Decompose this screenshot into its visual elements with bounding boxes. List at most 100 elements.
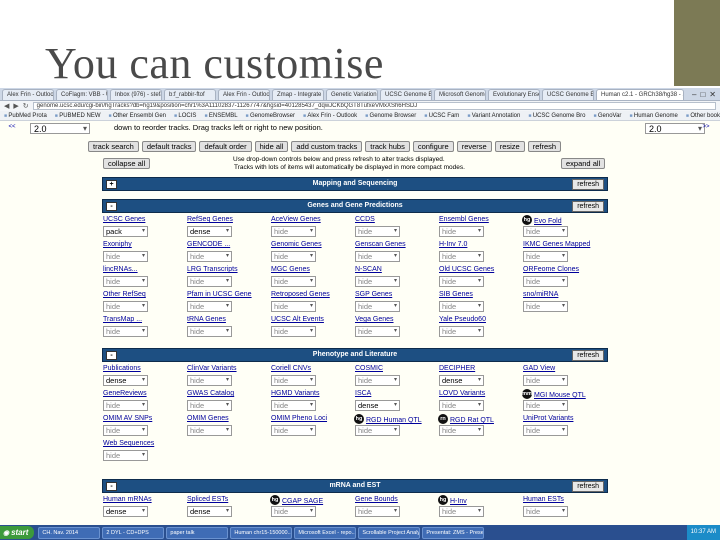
browser-tab[interactable]: Human c2.1 - GRCh38/hg38 - ... bbox=[596, 88, 684, 100]
track-link[interactable]: H-Inv bbox=[450, 498, 467, 505]
track-visibility-select[interactable]: hide bbox=[439, 226, 484, 237]
track-link[interactable]: Web Sequences bbox=[103, 440, 154, 447]
section-refresh-button[interactable]: refresh bbox=[572, 201, 604, 212]
track-visibility-select[interactable]: hide bbox=[103, 425, 148, 436]
address-bar[interactable]: genome.ucsc.edu/cgi-bin/hgTracks?db=hg19… bbox=[32, 102, 716, 110]
track-visibility-select[interactable]: hide bbox=[187, 425, 232, 436]
track-link[interactable]: lincRNAs... bbox=[103, 266, 138, 273]
track-link[interactable]: MGI Mouse QTL bbox=[534, 392, 586, 399]
track-link[interactable]: MGC Genes bbox=[271, 266, 310, 273]
track-link[interactable]: Pfam in UCSC Gene bbox=[187, 291, 252, 298]
track-link[interactable]: GeneReviews bbox=[103, 390, 147, 397]
track-link[interactable]: Gene Bounds bbox=[355, 496, 398, 503]
track-link[interactable]: LOVD Variants bbox=[439, 390, 485, 397]
track-link[interactable]: IKMC Genes Mapped bbox=[523, 241, 590, 248]
track-visibility-select[interactable]: dense bbox=[355, 400, 400, 411]
track-visibility-select[interactable]: hide bbox=[355, 506, 400, 517]
track-link[interactable]: UniProt Variants bbox=[523, 415, 573, 422]
track-visibility-select[interactable]: hide bbox=[103, 400, 148, 411]
taskbar-item[interactable]: CH. Nav. 2014 bbox=[38, 526, 101, 539]
taskbar-item[interactable]: Presentat: ZMS - Presen... bbox=[422, 526, 485, 539]
browser-tab[interactable]: UCSC Genome Browser bbox=[380, 88, 432, 100]
minimize-icon[interactable]: – bbox=[692, 90, 696, 99]
browser-tab[interactable]: CoFlagm: VBB - Ubuntum Sm bbox=[56, 88, 108, 100]
track-link[interactable]: tRNA Genes bbox=[187, 316, 226, 323]
track-visibility-select[interactable]: hide bbox=[103, 251, 148, 262]
hide-all-button[interactable]: hide all bbox=[254, 141, 289, 152]
track-link[interactable]: OMIM Genes bbox=[187, 415, 229, 422]
track-link[interactable]: RefSeq Genes bbox=[187, 216, 233, 223]
track-link[interactable]: RGD Human QTL bbox=[366, 417, 422, 424]
track-visibility-select[interactable]: hide bbox=[355, 326, 400, 337]
scroll-right-arrow[interactable]: >> bbox=[700, 123, 712, 131]
taskbar-item[interactable]: 2 DYL - CD+DPS bbox=[102, 526, 165, 539]
track-visibility-select[interactable]: hide bbox=[355, 276, 400, 287]
bookmark-item[interactable]: Human Genome bbox=[629, 113, 678, 119]
track-link[interactable]: Ensembl Genes bbox=[439, 216, 489, 223]
browser-tab[interactable]: Evolutionary Ensembl - bbox=[488, 88, 540, 100]
zoom-right-select[interactable]: 2.0 bbox=[645, 123, 705, 134]
track-visibility-select[interactable]: hide bbox=[439, 425, 484, 436]
bookmark-item[interactable]: PubMed Prota bbox=[4, 113, 46, 119]
track-link[interactable]: GWAS Catalog bbox=[187, 390, 234, 397]
taskbar-item[interactable]: Human chr15-150000... bbox=[230, 526, 293, 539]
track-link[interactable]: CCDS bbox=[355, 216, 375, 223]
track-link[interactable]: Exoniphy bbox=[103, 241, 132, 248]
zoom-left-select[interactable]: 2.0 bbox=[30, 123, 90, 134]
collapse-all-button[interactable]: collapse all bbox=[103, 158, 151, 169]
forward-icon[interactable]: ▶ bbox=[13, 102, 18, 110]
track-visibility-select[interactable]: hide bbox=[355, 226, 400, 237]
track-visibility-select[interactable]: hide bbox=[103, 276, 148, 287]
bookmark-item[interactable]: PUBMED NEW bbox=[55, 113, 100, 119]
track-visibility-select[interactable]: hide bbox=[523, 276, 568, 287]
track-visibility-select[interactable]: hide bbox=[355, 425, 400, 436]
track-link[interactable]: OMIM AV SNPs bbox=[103, 415, 152, 422]
track-visibility-select[interactable]: hide bbox=[271, 276, 316, 287]
track-visibility-select[interactable]: hide bbox=[523, 375, 568, 386]
close-icon[interactable]: ✕ bbox=[709, 90, 716, 99]
back-icon[interactable]: ◀ bbox=[4, 102, 9, 110]
resize-button[interactable]: resize bbox=[494, 141, 525, 152]
expand-all-button[interactable]: expand all bbox=[561, 158, 606, 169]
track-visibility-select[interactable]: dense bbox=[103, 506, 148, 517]
track-visibility-select[interactable]: hide bbox=[523, 425, 568, 436]
track-link[interactable]: GAD View bbox=[523, 365, 555, 372]
track-visibility-select[interactable]: hide bbox=[187, 326, 232, 337]
track-visibility-select[interactable]: hide bbox=[271, 425, 316, 436]
other-bookmarks[interactable]: Other bookmarks bbox=[686, 113, 720, 119]
default-tracks-button[interactable]: default tracks bbox=[141, 141, 197, 152]
track-visibility-select[interactable]: hide bbox=[187, 251, 232, 262]
track-visibility-select[interactable]: pack bbox=[103, 226, 148, 237]
browser-tab[interactable]: Alex Frin - Outlook Web App bbox=[2, 88, 54, 100]
browser-tab[interactable]: UCSC Genome Bro... bbox=[542, 88, 594, 100]
track-link[interactable]: SGP Genes bbox=[355, 291, 392, 298]
track-visibility-select[interactable]: dense bbox=[187, 226, 232, 237]
add-custom-tracks-button[interactable]: add custom tracks bbox=[291, 141, 363, 152]
taskbar-item[interactable]: Microsoft Excel - repo... bbox=[294, 526, 357, 539]
track-visibility-select[interactable]: hide bbox=[103, 450, 148, 461]
track-visibility-select[interactable]: hide bbox=[355, 251, 400, 262]
track-link[interactable]: Evo Fold bbox=[534, 218, 562, 225]
configure-button[interactable]: configure bbox=[412, 141, 454, 152]
track-link[interactable]: Yale Pseudo60 bbox=[439, 316, 486, 323]
track-search-button[interactable]: track search bbox=[88, 141, 139, 152]
section-refresh-button[interactable]: refresh bbox=[572, 179, 604, 190]
track-link[interactable]: OMIM Pheno Loci bbox=[271, 415, 327, 422]
track-link[interactable]: N-SCAN bbox=[355, 266, 382, 273]
track-link[interactable]: CGAP SAGE bbox=[282, 498, 323, 505]
track-visibility-select[interactable]: dense bbox=[439, 375, 484, 386]
start-button[interactable]: start bbox=[0, 526, 35, 539]
section-refresh-button[interactable]: refresh bbox=[572, 481, 604, 492]
browser-tab[interactable]: Inbox (976) - stefan.brangal bbox=[110, 88, 162, 100]
bookmark-item[interactable]: Other Ensembl Gen bbox=[109, 113, 166, 119]
track-link[interactable]: HGMD Variants bbox=[271, 390, 320, 397]
track-link[interactable]: COSMIC bbox=[355, 365, 383, 372]
track-visibility-select[interactable]: hide bbox=[523, 226, 568, 237]
bookmark-item[interactable]: UCSC Fam bbox=[424, 113, 460, 119]
track-link[interactable]: TransMap ... bbox=[103, 316, 142, 323]
track-visibility-select[interactable]: hide bbox=[439, 506, 484, 517]
track-link[interactable]: Genscan Genes bbox=[355, 241, 406, 248]
track-link[interactable]: ORFeome Clones bbox=[523, 266, 579, 273]
track-link[interactable]: SIB Genes bbox=[439, 291, 473, 298]
section-refresh-button[interactable]: refresh bbox=[572, 350, 604, 361]
